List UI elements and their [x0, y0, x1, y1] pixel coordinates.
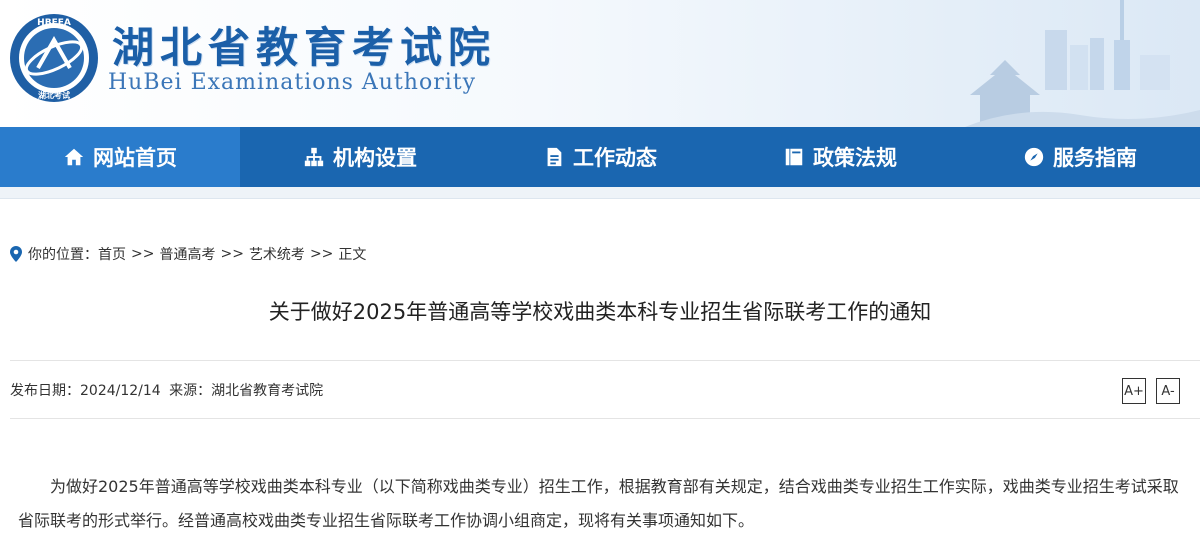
source-label: 来源：	[169, 383, 212, 399]
location-pin-icon	[10, 246, 22, 262]
document-icon	[547, 147, 562, 167]
nav-item-label: 工作动态	[573, 146, 657, 170]
breadcrumb-gaokao[interactable]: 普通高考	[159, 244, 215, 264]
nav-item-label: 政策法规	[813, 146, 897, 170]
logo-ring-text: HBEEA	[37, 18, 71, 28]
publish-date: 2024/12/14	[80, 383, 161, 399]
city-skyline-illustration	[965, 0, 1200, 127]
article-paragraph: 为做好2025年普通高等学校戏曲类本科专业（以下简称戏曲类专业）招生工作，根据教…	[18, 477, 1179, 530]
breadcrumb-separator: >>	[309, 246, 334, 262]
divider	[10, 418, 1200, 419]
site-name-en: HuBei Examinations Authority	[108, 70, 477, 95]
breadcrumb-art-exam[interactable]: 艺术统考	[249, 244, 305, 264]
nav-divider	[0, 187, 1200, 199]
article-title: 关于做好2025年普通高等学校戏曲类本科专业招生省际联考工作的通知	[268, 300, 932, 324]
nav-item-news[interactable]: 工作动态	[480, 127, 720, 187]
breadcrumb-current: 正文	[338, 247, 367, 263]
nav-item-service[interactable]: 服务指南	[960, 127, 1200, 187]
hbeea-logo[interactable]: HBEEA 湖北考试	[8, 12, 100, 104]
nav-item-label: 网站首页	[93, 146, 177, 170]
divider	[10, 360, 1200, 361]
source-name: 湖北省教育考试院	[211, 383, 324, 399]
home-icon	[64, 148, 84, 166]
breadcrumb-home[interactable]: 首页	[98, 244, 126, 264]
main-nav: 网站首页 机构设置 工作动态 政策法规 服务指南	[0, 127, 1200, 187]
org-chart-icon	[304, 147, 324, 167]
font-decrease-button[interactable]: A-	[1156, 378, 1180, 404]
breadcrumb: 你的位置： 首页 >> 普通高考 >> 艺术统考 >> 正文	[10, 244, 366, 264]
font-increase-button[interactable]: A+	[1122, 378, 1146, 404]
compass-icon	[1024, 147, 1044, 167]
nav-item-label: 机构设置	[333, 146, 417, 170]
breadcrumb-separator: >>	[131, 246, 155, 262]
nav-item-home[interactable]: 网站首页	[0, 127, 240, 187]
breadcrumb-separator: >>	[220, 246, 244, 262]
site-header: HBEEA 湖北考试 湖北省教育考试院 HuBei Examinations A…	[0, 0, 1200, 127]
nav-item-organization[interactable]: 机构设置	[240, 127, 480, 187]
article-meta: 发布日期：2024/12/14 来源：湖北省教育考试院	[10, 380, 327, 400]
site-name: 湖北省教育考试院	[112, 23, 497, 72]
breadcrumb-prefix: 你的位置：	[28, 247, 98, 263]
nav-item-label: 服务指南	[1053, 146, 1137, 170]
date-label: 发布日期：	[10, 383, 80, 399]
nav-item-policy[interactable]: 政策法规	[720, 127, 960, 187]
font-size-controls: A+ A-	[1122, 378, 1180, 404]
book-icon	[785, 148, 803, 166]
logo-bottom-text: 湖北考试	[38, 90, 70, 100]
